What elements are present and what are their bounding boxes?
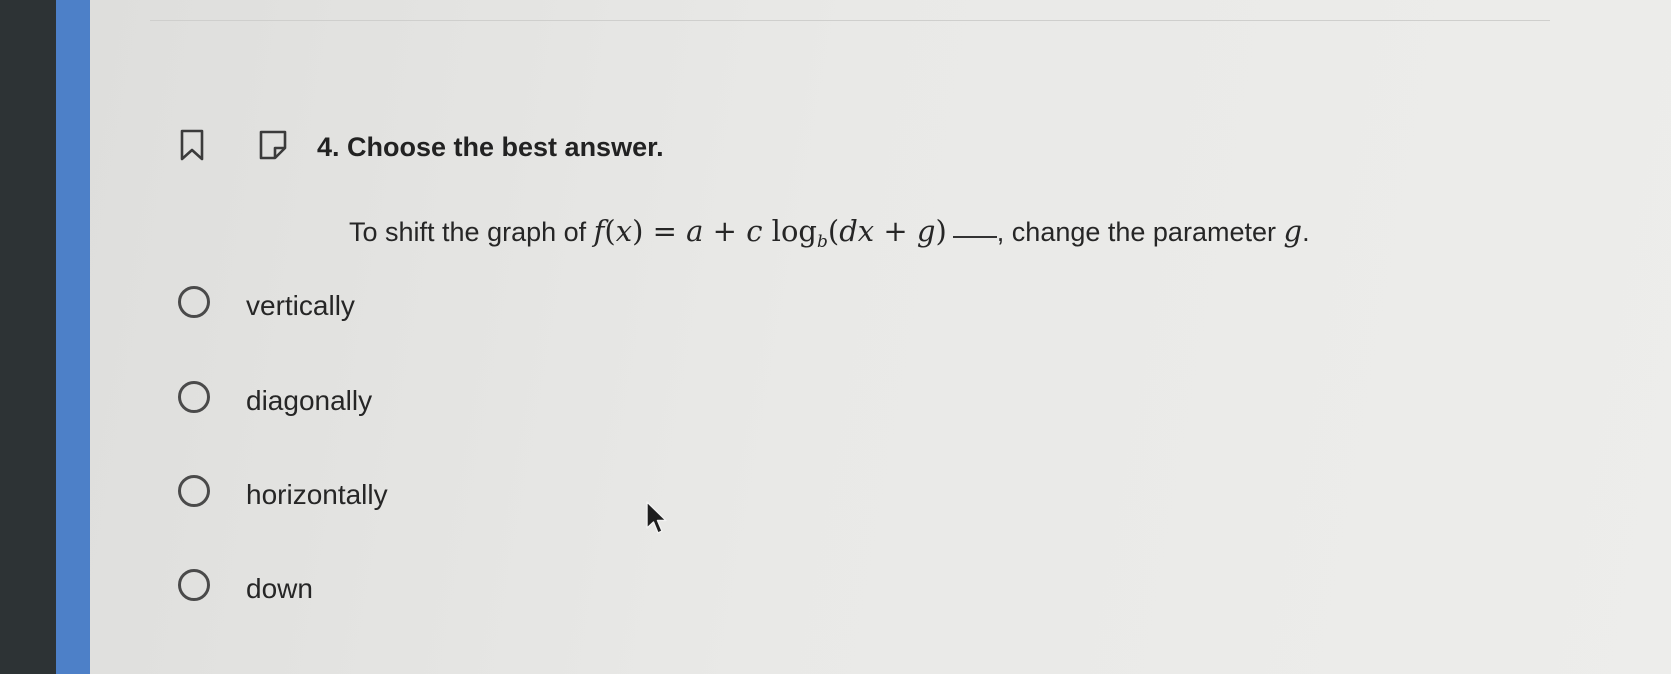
radio-button[interactable]: [178, 569, 210, 601]
question-title: 4. Choose the best answer.: [317, 132, 664, 162]
stem-period: .: [1302, 217, 1310, 247]
question-stem: To shift the graph of f(x) = a + c logb(…: [349, 214, 1310, 252]
option-down[interactable]: down: [174, 568, 594, 612]
option-diagonally[interactable]: diagonally: [174, 380, 594, 424]
left-accent-bar: [56, 0, 90, 674]
screen-bezel: [0, 0, 56, 674]
bookmark-icon[interactable]: [179, 128, 205, 162]
radio-button[interactable]: [178, 286, 210, 318]
option-label: vertically: [246, 290, 355, 321]
option-label: diagonally: [246, 385, 373, 416]
formula: f(x) = a + c logb(dx + g): [593, 214, 947, 252]
option-label: down: [246, 573, 313, 604]
parameter-symbol: g: [1283, 214, 1303, 248]
stem-prefix: To shift the graph of: [349, 217, 587, 247]
radio-button[interactable]: [178, 381, 210, 413]
option-vertically[interactable]: vertically: [174, 285, 594, 329]
stem-suffix: , change the parameter: [996, 217, 1276, 247]
note-icon[interactable]: [256, 128, 290, 162]
radio-button[interactable]: [178, 475, 210, 507]
cursor-icon: [646, 501, 667, 534]
divider: [150, 20, 1550, 21]
option-label: horizontally: [246, 479, 388, 510]
answer-blank: [952, 236, 997, 238]
option-horizontally[interactable]: horizontally: [174, 474, 594, 518]
